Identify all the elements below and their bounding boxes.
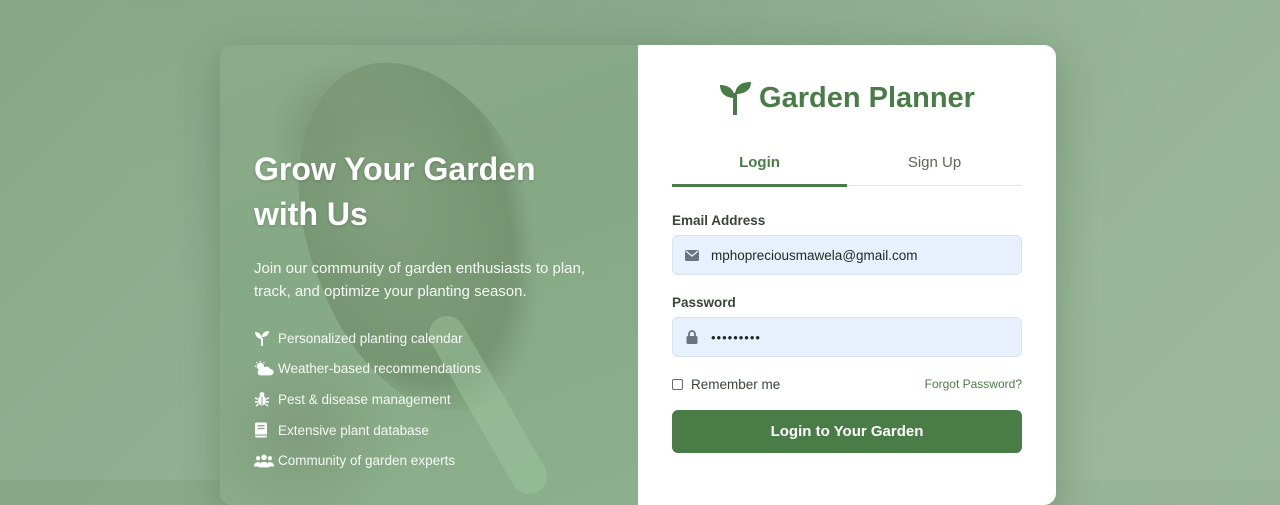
feature-item: Extensive plant database xyxy=(254,420,604,440)
feature-list: Personalized planting calendar Weather-b… xyxy=(254,328,604,471)
hero-panel: Grow Your Garden with Us Join our commun… xyxy=(220,45,638,505)
hero-title-line2: with Us xyxy=(254,196,368,232)
tab-login[interactable]: Login xyxy=(672,150,847,187)
feature-item: Weather-based recommendations xyxy=(254,359,604,379)
forgot-password-link[interactable]: Forgot Password? xyxy=(925,377,1022,391)
email-field[interactable]: mphopreciousmawela@gmail.com xyxy=(672,235,1022,275)
tab-sign-up[interactable]: Sign Up xyxy=(847,150,1022,185)
password-label: Password xyxy=(672,295,736,310)
remember-label: Remember me xyxy=(691,377,781,392)
bug-icon xyxy=(254,390,274,408)
feature-label: Personalized planting calendar xyxy=(278,330,463,346)
book-icon xyxy=(254,421,274,439)
feature-label: Pest & disease management xyxy=(278,391,451,407)
remember-me[interactable]: Remember me xyxy=(672,377,780,392)
feature-label: Community of garden experts xyxy=(278,453,456,469)
hero-subtitle-line2: track, and optimize your planting season… xyxy=(254,283,527,300)
hero-subtitle: Join our community of garden enthusiasts… xyxy=(254,257,604,303)
hero-subtitle-line1: Join our community of garden enthusiasts… xyxy=(254,260,586,277)
feature-item: Personalized planting calendar xyxy=(254,328,604,348)
hero-title-line1: Grow Your Garden xyxy=(254,151,536,187)
form-panel: Garden Planner Login Sign Up Email Addre… xyxy=(638,45,1056,505)
hero-title: Grow Your Garden with Us xyxy=(254,147,604,237)
auth-tabs: Login Sign Up xyxy=(672,150,1022,187)
email-label: Email Address xyxy=(672,213,766,228)
sun-cloud-icon xyxy=(254,360,274,378)
feature-label: Weather-based recommendations xyxy=(278,361,482,377)
seedling-icon xyxy=(254,329,274,347)
email-value: mphopreciousmawela@gmail.com xyxy=(711,247,918,263)
brand-title: Garden Planner xyxy=(759,81,975,114)
sprout-icon xyxy=(719,81,753,117)
hero-content: Grow Your Garden with Us Join our commun… xyxy=(254,147,604,481)
feature-item: Community of garden experts xyxy=(254,451,604,471)
brand-header: Garden Planner xyxy=(638,81,1056,117)
remember-checkbox[interactable] xyxy=(672,379,683,390)
login-button[interactable]: Login to Your Garden xyxy=(672,410,1022,453)
feature-item: Pest & disease management xyxy=(254,389,604,409)
envelope-icon xyxy=(673,249,711,261)
users-icon xyxy=(254,452,274,470)
password-value: ••••••••• xyxy=(711,329,761,345)
login-card: Grow Your Garden with Us Join our commun… xyxy=(220,45,1056,505)
feature-label: Extensive plant database xyxy=(278,422,429,438)
lock-icon xyxy=(673,330,711,344)
password-field[interactable]: ••••••••• xyxy=(672,317,1022,357)
